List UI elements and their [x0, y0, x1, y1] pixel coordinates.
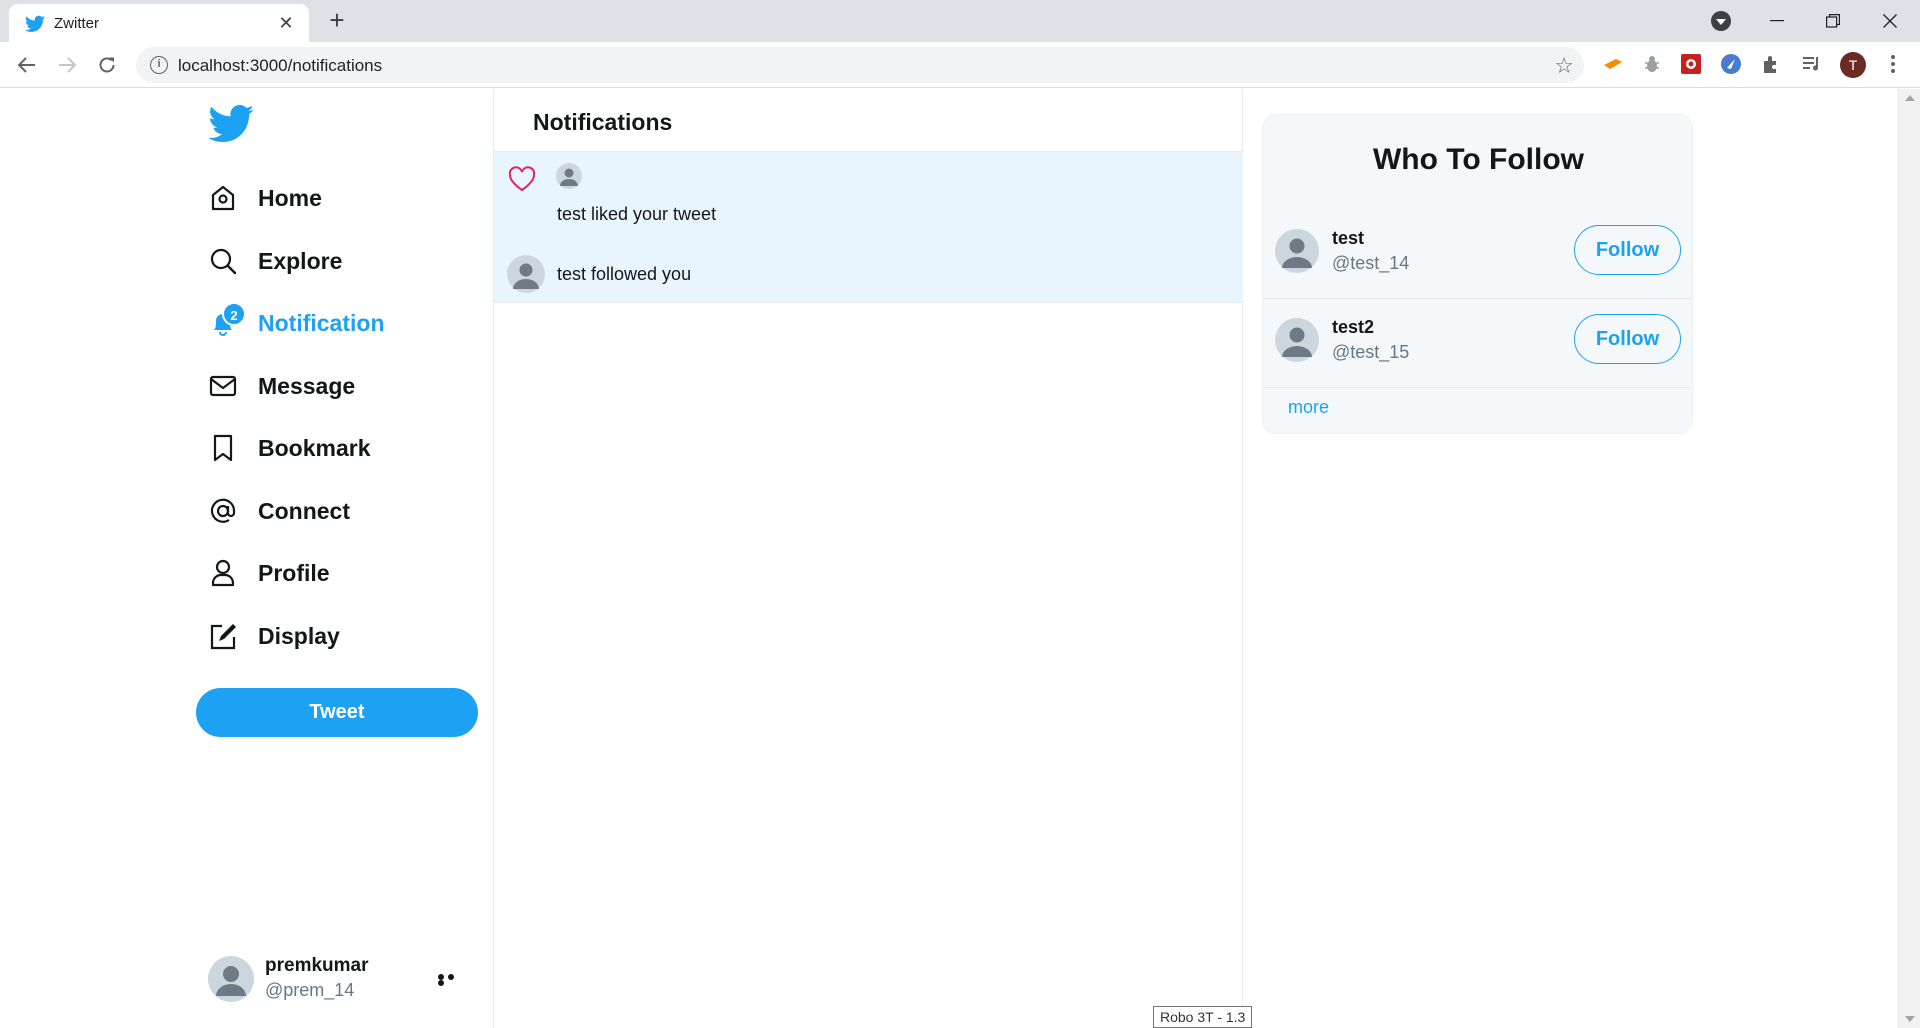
suggestion-name[interactable]: test2 — [1332, 317, 1374, 338]
notification-count-badge: 2 — [222, 302, 246, 326]
back-arrow-icon[interactable] — [12, 50, 42, 80]
site-info-icon[interactable]: i — [150, 56, 168, 74]
follow-button[interactable]: Follow — [1574, 314, 1681, 364]
extension-red-icon[interactable] — [1680, 53, 1702, 75]
sidebar-item-display[interactable]: Display — [208, 611, 340, 661]
minimize-icon[interactable] — [1754, 0, 1800, 42]
who-to-follow-panel: Who To Follow test @test_14 Follow test2… — [1262, 114, 1694, 434]
notification-text: test liked your tweet — [557, 204, 717, 224]
tab-title: Zwitter — [54, 15, 99, 32]
avatar[interactable] — [1275, 229, 1319, 273]
left-sidebar: Home Explore 2 Notification Message Book… — [196, 89, 493, 1028]
sidebar-item-connect[interactable]: Connect — [208, 486, 350, 536]
bookmark-star-icon[interactable]: ☆ — [1554, 53, 1574, 79]
media-control-icon[interactable] — [1800, 53, 1822, 75]
bookmark-icon — [213, 434, 233, 462]
account-switcher[interactable]: premkumar @prem_14 — [208, 952, 478, 1006]
user-icon — [211, 559, 235, 587]
sidebar-item-label: Display — [258, 622, 340, 649]
browser-tab-strip: Zwitter ✕ + — [0, 0, 1920, 42]
close-tab-icon[interactable]: ✕ — [276, 13, 296, 33]
extension-orange-icon[interactable] — [1602, 53, 1624, 75]
url-text[interactable]: localhost:3000/notifications — [178, 56, 382, 76]
account-handle: @prem_14 — [265, 980, 355, 1000]
at-icon — [210, 498, 236, 523]
page-scrollbar[interactable] — [1898, 89, 1920, 1028]
follow-button[interactable]: Follow — [1574, 225, 1681, 275]
browser-profile-avatar[interactable]: T — [1840, 52, 1866, 78]
more-link[interactable]: more — [1288, 397, 1329, 418]
taskbar-tooltip: Robo 3T - 1.3 — [1153, 1006, 1253, 1028]
mail-icon — [209, 375, 237, 397]
notification-text: test followed you — [557, 264, 692, 284]
sidebar-item-profile[interactable]: Profile — [208, 548, 330, 598]
notification-follow-item[interactable]: test followed you — [494, 247, 1243, 304]
avatar — [208, 956, 254, 1002]
scroll-down-arrow-icon[interactable] — [1905, 1016, 1915, 1022]
new-tab-icon[interactable]: + — [325, 7, 349, 33]
browser-menu-icon[interactable] — [1886, 52, 1900, 78]
browser-tab[interactable]: Zwitter ✕ — [9, 4, 309, 42]
account-name: premkumar — [265, 955, 369, 976]
search-icon — [210, 248, 237, 275]
extensions-puzzle-icon[interactable] — [1760, 53, 1782, 75]
app-root: Home Explore 2 Notification Message Book… — [0, 89, 1920, 1028]
close-window-icon[interactable] — [1867, 0, 1913, 42]
bell-icon-wrapper: 2 — [208, 302, 246, 338]
restore-icon[interactable] — [1810, 0, 1856, 42]
suggestion-handle: @test_14 — [1332, 253, 1410, 273]
follow-suggestion-row[interactable]: test2 @test_15 Follow — [1263, 300, 1694, 388]
sidebar-item-label: Explore — [258, 247, 343, 274]
sidebar-item-label: Notification — [258, 309, 385, 336]
notification-list: test liked your tweet test followed you — [494, 151, 1243, 303]
notifications-column: Notifications test liked your tweet test… — [493, 89, 1243, 1028]
sidebar-item-label: Home — [258, 184, 322, 211]
sidebar-item-label: Profile — [258, 559, 330, 586]
sidebar-item-label: Connect — [258, 497, 350, 524]
suggestion-handle: @test_15 — [1332, 342, 1410, 362]
browser-toolbar: i localhost:3000/notifications ☆ — [0, 42, 1920, 88]
extension-blue-icon[interactable] — [1720, 53, 1742, 75]
sidebar-item-message[interactable]: Message — [208, 361, 355, 411]
sidebar-item-explore[interactable]: Explore — [208, 236, 342, 286]
follow-suggestion-row[interactable]: test @test_14 Follow — [1263, 211, 1694, 299]
sidebar-item-home[interactable]: Home — [208, 173, 322, 223]
tweet-button[interactable]: Tweet — [196, 688, 478, 737]
more-options-icon[interactable] — [438, 974, 466, 986]
panel-title: Who To Follow — [1372, 143, 1585, 176]
avatar[interactable] — [556, 163, 582, 189]
reload-icon[interactable] — [92, 50, 122, 80]
sidebar-item-label: Message — [258, 372, 356, 399]
edit-icon — [210, 624, 236, 650]
forward-arrow-icon[interactable] — [52, 50, 82, 80]
address-bar[interactable]: i localhost:3000/notifications ☆ — [136, 47, 1584, 83]
notification-like-item[interactable]: test liked your tweet — [494, 152, 1243, 247]
sidebar-item-notification[interactable]: 2 Notification — [208, 298, 385, 348]
sidebar-item-bookmark[interactable]: Bookmark — [208, 423, 370, 473]
twitter-logo-icon[interactable] — [208, 105, 254, 143]
extension-bug-icon[interactable] — [1641, 53, 1663, 75]
sidebar-item-label: Bookmark — [258, 434, 371, 461]
page-title: Notifications — [533, 109, 673, 135]
twitter-bird-favicon-icon — [25, 15, 45, 32]
home-icon — [211, 185, 235, 211]
avatar[interactable] — [1275, 318, 1319, 362]
scroll-up-arrow-icon[interactable] — [1905, 95, 1915, 101]
tab-search-icon[interactable] — [1711, 11, 1731, 31]
suggestion-name[interactable]: test — [1332, 228, 1364, 249]
avatar[interactable] — [507, 255, 545, 293]
heart-icon — [508, 166, 536, 192]
